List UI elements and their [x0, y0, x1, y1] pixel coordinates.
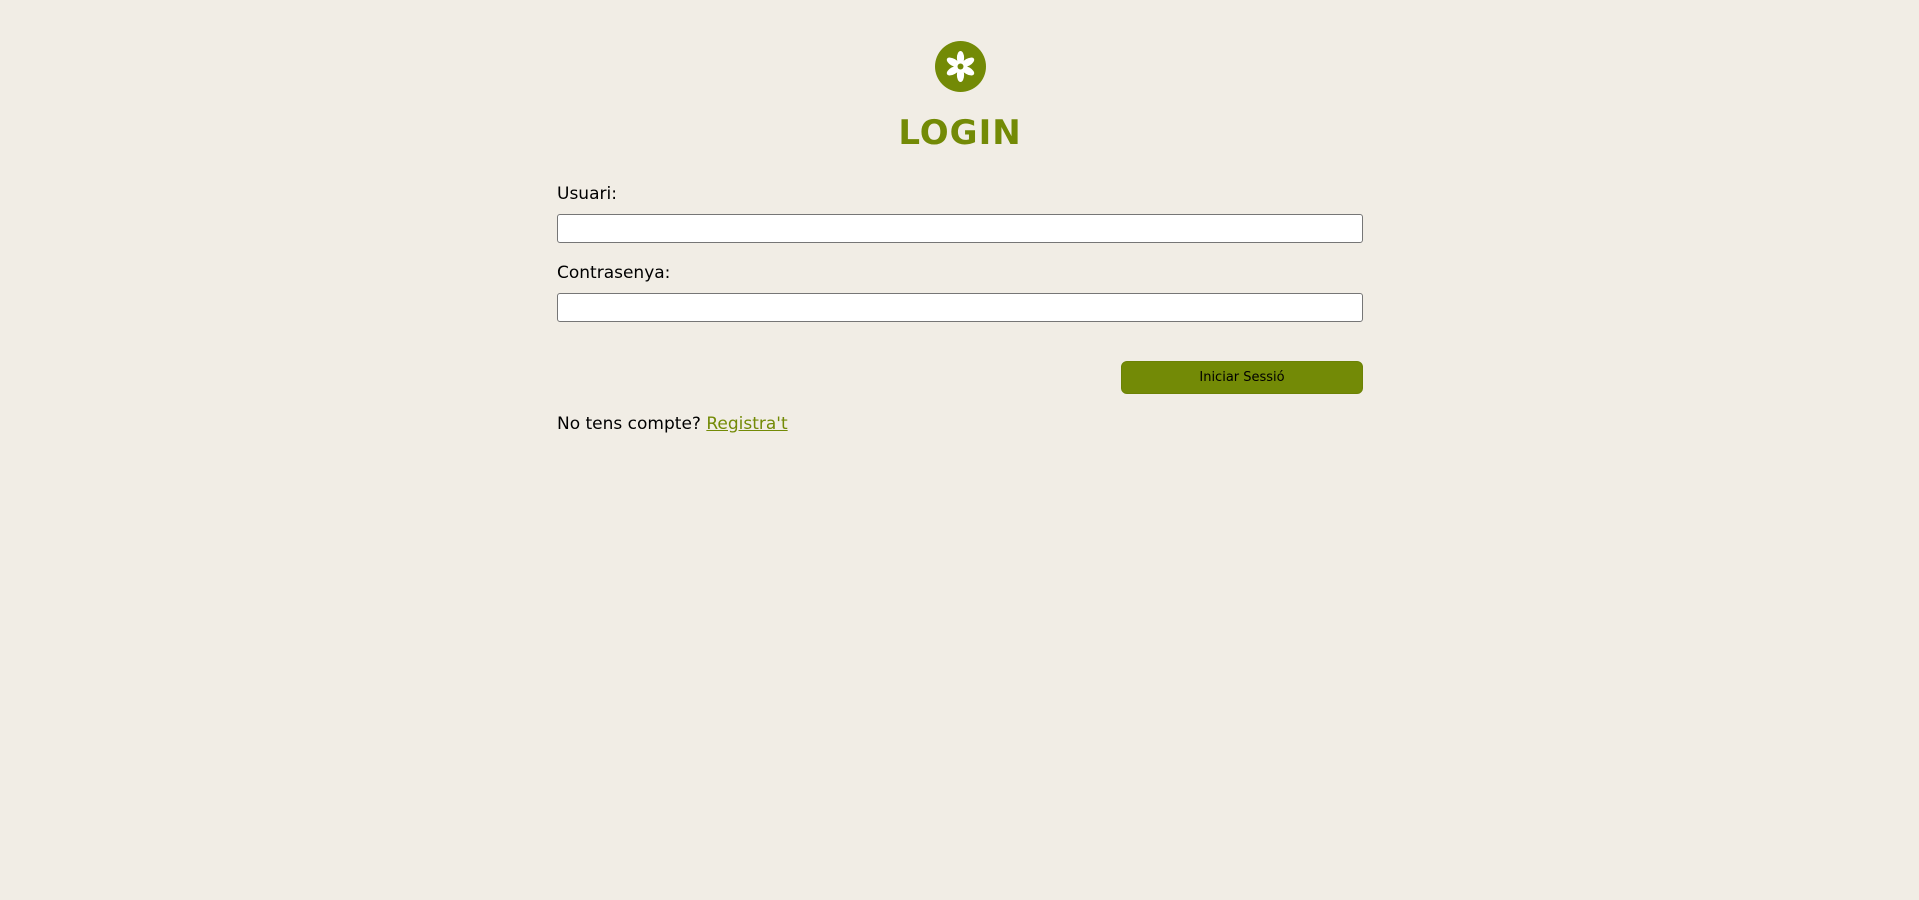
signup-prompt-text: No tens compte? [557, 414, 701, 434]
password-input[interactable] [557, 293, 1363, 322]
password-label: Contrasenya: [557, 263, 671, 283]
username-input[interactable] [557, 214, 1363, 243]
page-title: LOGIN [898, 113, 1022, 153]
signup-prompt-row: No tens compte? Registra't [557, 412, 788, 436]
username-label: Usuari: [557, 184, 617, 204]
login-button[interactable]: Iniciar Sessió [1121, 361, 1363, 394]
signup-link[interactable]: Registra't [706, 414, 787, 434]
flower-logo-icon [935, 41, 986, 92]
